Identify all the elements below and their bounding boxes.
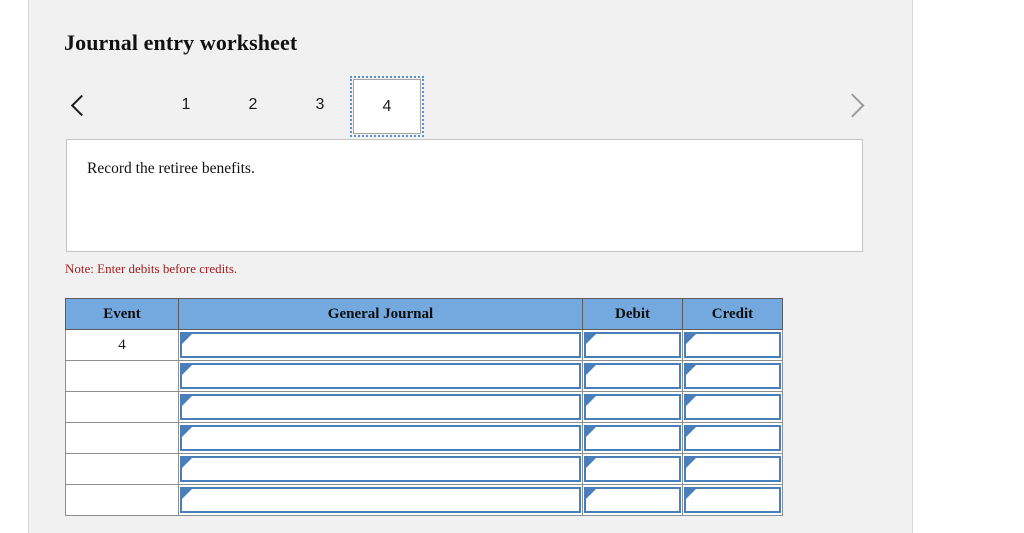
- tab-entry-1-label: 1: [181, 96, 191, 113]
- instruction-box: Record the retiree benefits.: [66, 139, 863, 252]
- note-text: Note: Enter debits before credits.: [65, 261, 238, 276]
- table-row: [65, 484, 783, 516]
- tab-entry-4-label: 4: [382, 97, 392, 115]
- column-header-credit: Credit: [682, 298, 783, 330]
- tab-entry-2-label: 2: [248, 96, 258, 113]
- table-row: [65, 453, 783, 485]
- credit-input[interactable]: [684, 332, 781, 358]
- debit-input[interactable]: [584, 394, 681, 420]
- cell-event: [65, 484, 179, 516]
- tab-entry-2[interactable]: 2: [219, 82, 287, 128]
- journal-entry-tabs: 1 2 3 4: [62, 76, 872, 140]
- tab-entry-1[interactable]: 1: [152, 82, 220, 128]
- next-entry-button[interactable]: [838, 82, 872, 128]
- debit-input[interactable]: [584, 487, 681, 513]
- cell-debit: [582, 391, 683, 423]
- cell-credit: [682, 391, 783, 423]
- general-journal-input[interactable]: [180, 332, 581, 358]
- tab-entry-3-label: 3: [315, 96, 325, 113]
- debit-input[interactable]: [584, 363, 681, 389]
- cell-event: [65, 360, 179, 392]
- table-row: [65, 422, 783, 454]
- previous-entry-button[interactable]: [62, 82, 96, 128]
- chevron-right-icon: [840, 92, 865, 118]
- cell-event: 4: [65, 329, 179, 361]
- credit-input[interactable]: [684, 487, 781, 513]
- debit-input[interactable]: [584, 332, 681, 358]
- cell-event: [65, 422, 179, 454]
- table-row: 4: [65, 329, 783, 361]
- table-row: [65, 360, 783, 392]
- credit-input[interactable]: [684, 394, 781, 420]
- cell-event: [65, 453, 179, 485]
- instruction-text: Record the retiree benefits.: [87, 160, 255, 177]
- tab-entry-3[interactable]: 3: [286, 82, 354, 128]
- cell-credit: [682, 360, 783, 392]
- cell-general-journal: [178, 453, 583, 485]
- tab-entry-4[interactable]: 4: [350, 76, 424, 137]
- credit-input[interactable]: [684, 363, 781, 389]
- cell-event: [65, 391, 179, 423]
- column-header-debit: Debit: [582, 298, 683, 330]
- cell-debit: [582, 484, 683, 516]
- debit-input[interactable]: [584, 456, 681, 482]
- table-row: [65, 391, 783, 423]
- cell-general-journal: [178, 391, 583, 423]
- journal-entry-table: Event General Journal Debit Credit 4: [65, 298, 783, 516]
- cell-debit: [582, 360, 683, 392]
- worksheet-panel: Journal entry worksheet 1 2 3 4 Record t…: [28, 0, 913, 533]
- cell-debit: [582, 329, 683, 361]
- cell-credit: [682, 453, 783, 485]
- cell-credit: [682, 422, 783, 454]
- debit-input[interactable]: [584, 425, 681, 451]
- cell-general-journal: [178, 329, 583, 361]
- general-journal-input[interactable]: [180, 363, 581, 389]
- credit-input[interactable]: [684, 456, 781, 482]
- general-journal-input[interactable]: [180, 394, 581, 420]
- general-journal-input[interactable]: [180, 425, 581, 451]
- cell-debit: [582, 422, 683, 454]
- cell-credit: [682, 484, 783, 516]
- general-journal-input[interactable]: [180, 487, 581, 513]
- chevron-left-icon: [70, 94, 93, 116]
- cell-general-journal: [178, 360, 583, 392]
- general-journal-input[interactable]: [180, 456, 581, 482]
- cell-general-journal: [178, 484, 583, 516]
- column-header-event: Event: [65, 298, 179, 330]
- table-header-row: Event General Journal Debit Credit: [65, 298, 783, 330]
- cell-general-journal: [178, 422, 583, 454]
- page-title: Journal entry worksheet: [64, 30, 298, 55]
- cell-credit: [682, 329, 783, 361]
- cell-debit: [582, 453, 683, 485]
- column-header-general-journal: General Journal: [178, 298, 583, 330]
- credit-input[interactable]: [684, 425, 781, 451]
